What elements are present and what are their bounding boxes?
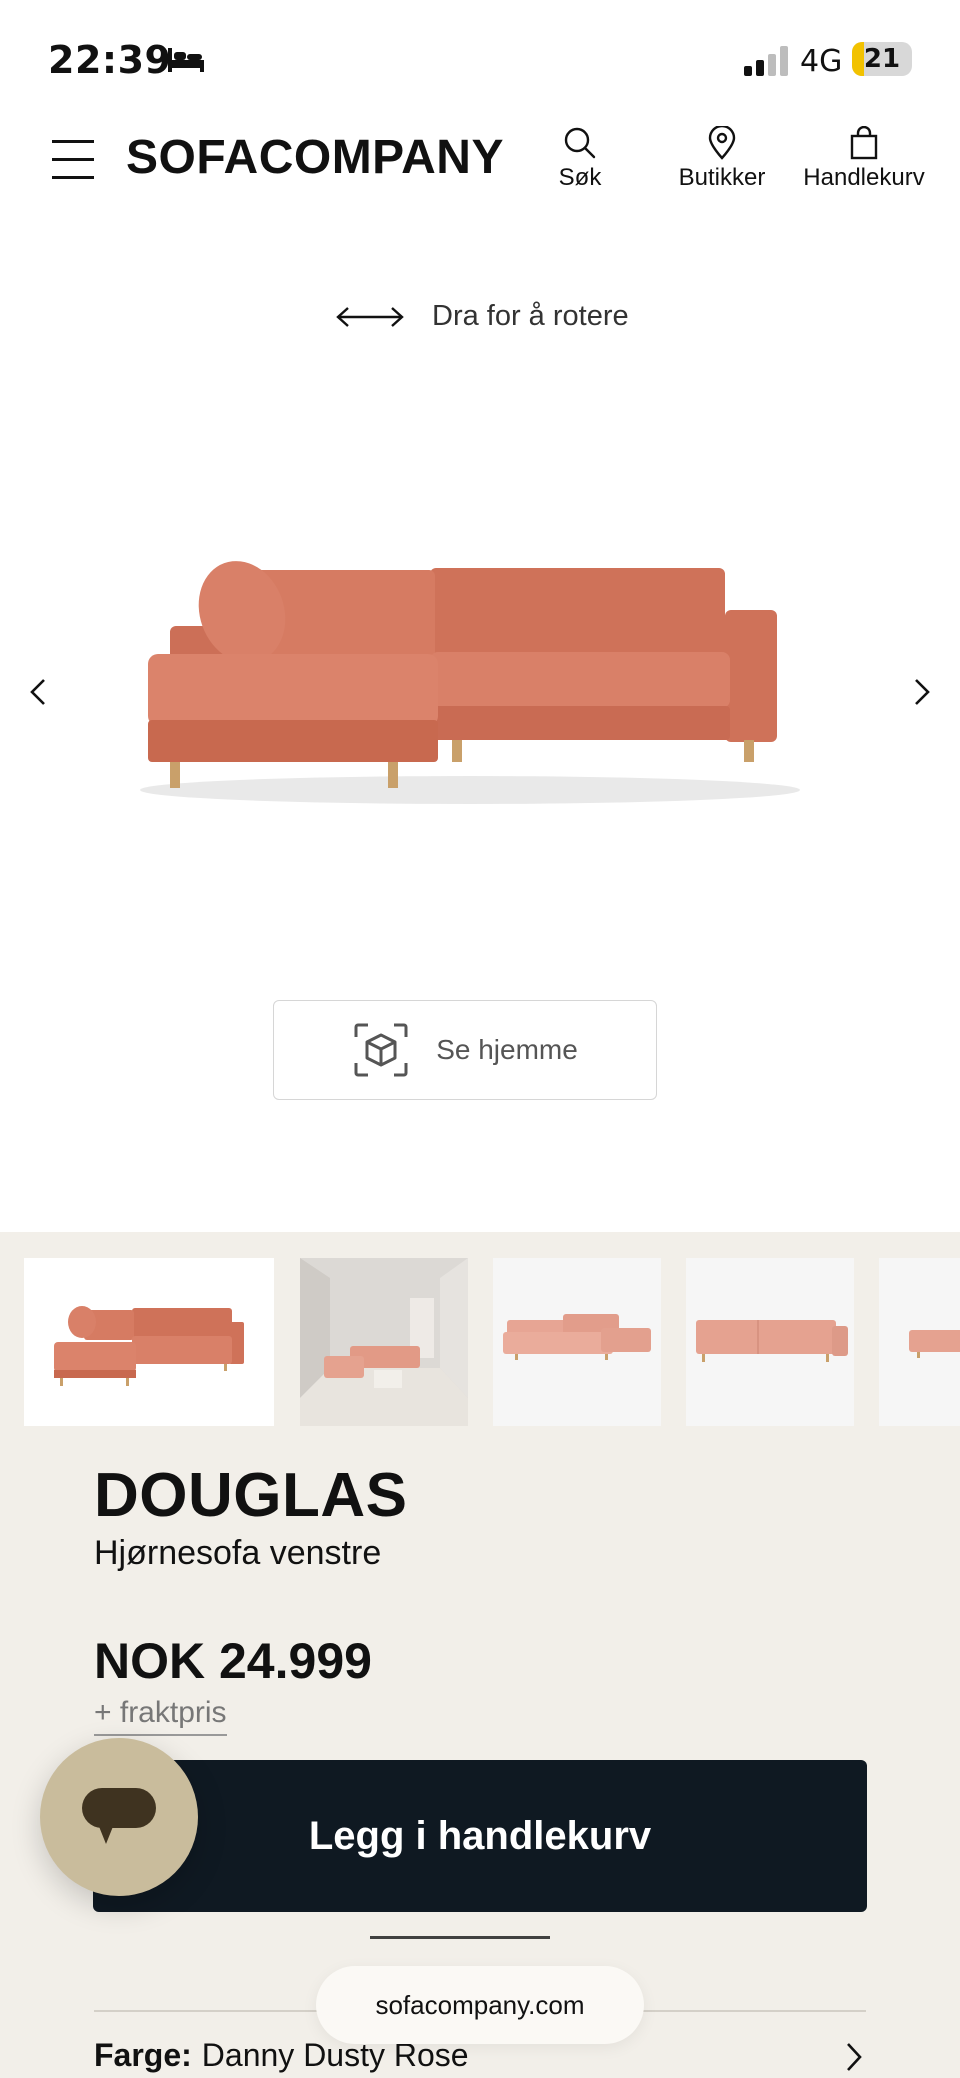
nav-search[interactable]: Søk xyxy=(556,126,604,192)
next-arrow-icon[interactable] xyxy=(902,672,942,712)
thumbnail-sofa-back-image xyxy=(696,1320,848,1362)
nav-stores-label: Butikker xyxy=(678,164,766,191)
view-in-home-button[interactable]: Se hjemme xyxy=(273,1000,657,1100)
thumbnail-1[interactable] xyxy=(24,1258,274,1426)
double-arrow-icon xyxy=(336,306,404,327)
thumbnail-2[interactable] xyxy=(300,1258,468,1426)
browser-url-bar[interactable]: sofacompany.com xyxy=(316,1966,644,2044)
signal-icon xyxy=(744,46,788,76)
nav-cart-label: Handlekurv xyxy=(803,164,925,191)
previous-arrow-icon[interactable] xyxy=(18,672,58,712)
browser-url: sofacompany.com xyxy=(375,1989,585,2020)
location-pin-icon xyxy=(708,126,736,160)
rotate-hint-text: Dra for å rotere xyxy=(432,300,629,332)
shopping-bag-icon xyxy=(850,126,878,160)
search-icon xyxy=(564,127,596,159)
battery-icon: 21 xyxy=(852,42,912,76)
status-bar: 22:39 4G 21 xyxy=(0,0,960,110)
rotate-hint: Dra for å rotere xyxy=(334,300,629,333)
chat-button[interactable] xyxy=(40,1738,198,1896)
sleep-bed-icon xyxy=(168,48,204,72)
add-to-cart-button[interactable]: Legg i handlekurv xyxy=(93,1760,867,1912)
network-type: 4G xyxy=(800,44,843,79)
ar-cube-icon xyxy=(354,1023,408,1077)
view-in-home-label: Se hjemme xyxy=(436,1034,578,1065)
product-panel: DOUGLAS Hjørnesofa venstre NOK 24.999 + … xyxy=(0,1232,960,2078)
thumbnail-room-image xyxy=(300,1258,468,1426)
site-header: SOFACOMPANY Søk Butikker Handlekurv xyxy=(0,110,960,222)
product-price: NOK 24.999 xyxy=(94,1633,372,1689)
partially-hidden-link xyxy=(370,1936,550,1939)
battery-level: 21 xyxy=(863,44,901,74)
chat-bubble-icon xyxy=(82,1788,156,1844)
thumbnail-sofa-angle-image xyxy=(503,1314,651,1360)
color-label: Farge: xyxy=(94,2036,192,2073)
nav-search-label: Søk xyxy=(558,164,602,191)
sofa-3d-view[interactable] xyxy=(90,520,850,820)
thumbnail-strip[interactable] xyxy=(24,1258,960,1426)
chevron-right-icon xyxy=(847,2043,862,2071)
thumbnail-3[interactable] xyxy=(493,1258,661,1426)
thumbnail-sofa-image xyxy=(54,1306,244,1386)
site-logo[interactable]: SOFACOMPANY xyxy=(126,130,504,185)
thumbnail-5[interactable] xyxy=(879,1258,960,1426)
nav-stores[interactable]: Butikker xyxy=(672,126,772,192)
freight-price-link[interactable]: + fraktpris xyxy=(94,1696,227,1736)
thumbnail-sofa-side-image xyxy=(909,1330,960,1358)
status-time: 22:39 xyxy=(48,38,172,82)
hamburger-menu-icon[interactable] xyxy=(52,136,94,184)
product-subtitle: Hjørnesofa venstre xyxy=(94,1534,382,1572)
add-to-cart-label: Legg i handlekurv xyxy=(308,1813,652,1858)
thumbnail-4[interactable] xyxy=(686,1258,854,1426)
product-name: DOUGLAS xyxy=(94,1461,408,1530)
nav-cart[interactable]: Handlekurv xyxy=(796,126,932,192)
